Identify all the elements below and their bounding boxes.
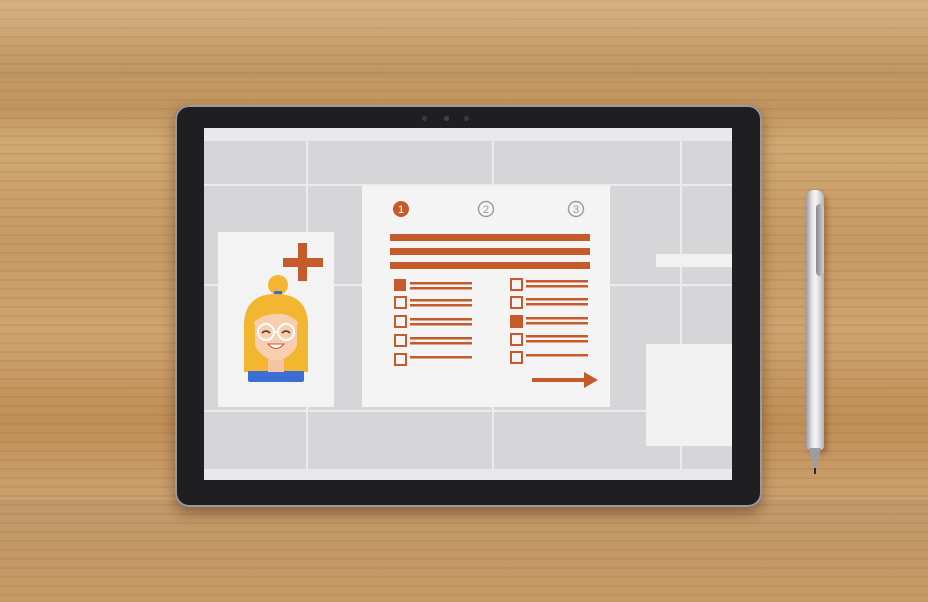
form-title-line [390,248,590,255]
side-box [646,344,732,446]
sensor-dot [464,116,469,121]
pen-clip [816,204,824,276]
form-panel [362,186,610,407]
pen-tip [809,448,821,474]
camera-lens [444,116,449,121]
form-title-line [390,262,590,269]
sensor-dot [422,116,427,121]
svg-text:1: 1 [398,204,404,216]
step-2-indicator[interactable]: 2 [477,200,495,218]
side-bar [656,254,732,267]
form-title-line [390,234,590,241]
plus-icon[interactable] [283,243,323,281]
step-1-indicator[interactable]: 1 [392,200,410,218]
right-checkbox-list [510,278,588,364]
form-content [390,234,598,388]
svg-text:3: 3 [573,204,579,216]
screen-top-bar [204,128,732,141]
svg-text:2: 2 [483,204,489,216]
step-3-indicator[interactable]: 3 [567,200,585,218]
woman-avatar-icon [243,243,323,382]
arrow-right-icon[interactable] [532,372,598,388]
screen-bottom-bar [204,469,732,480]
profile-card[interactable] [218,232,334,407]
camera-bar [418,112,478,124]
left-checkbox-list [394,279,472,366]
